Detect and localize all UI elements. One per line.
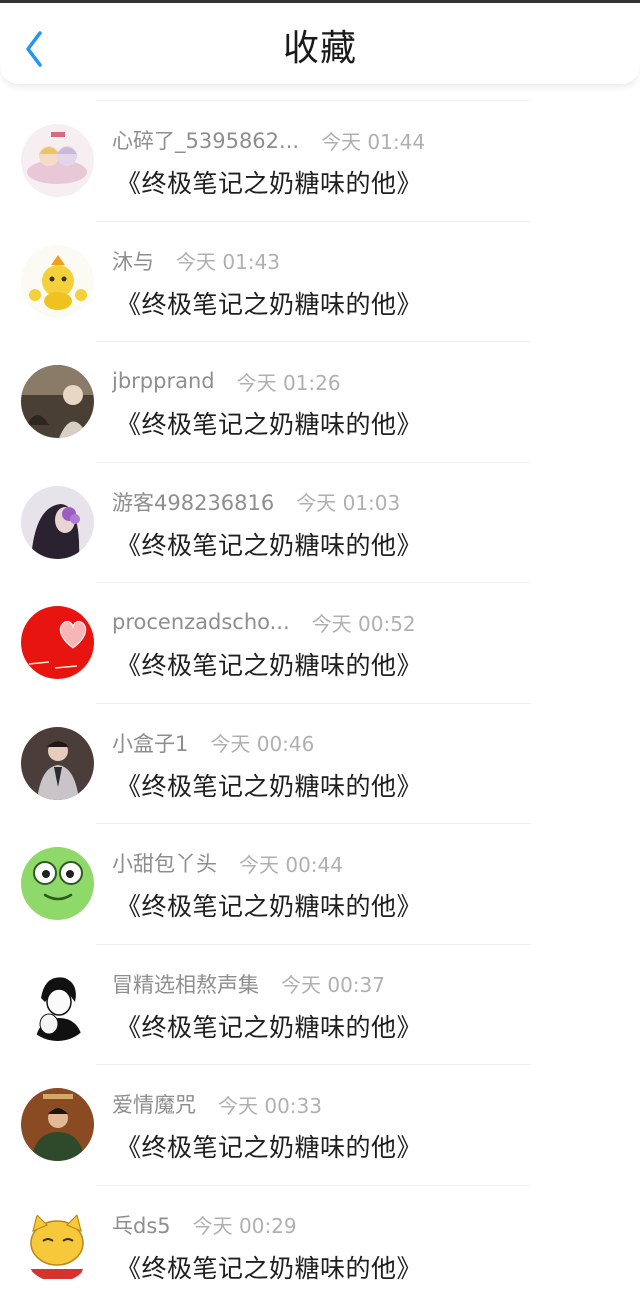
timestamp: 今天 00:44 [239, 852, 343, 877]
item-meta: 乓ds5 今天 00:29 [112, 1209, 297, 1241]
story-title[interactable]: 《终极笔记之奶糖味的他》 [116, 285, 422, 321]
story-title[interactable]: 《终极笔记之奶糖味的他》 [116, 767, 422, 803]
user-name[interactable]: jbrpprand [112, 369, 215, 393]
story-title[interactable]: 《终极笔记之奶糖味的他》 [116, 526, 422, 562]
avatar[interactable] [21, 606, 94, 679]
row-divider [96, 823, 530, 824]
item-meta: 爱情魔咒 今天 00:33 [112, 1088, 322, 1120]
list-item[interactable]: 小盒子1 今天 00:46 《终极笔记之奶糖味的他》 [0, 702, 640, 824]
avatar[interactable] [21, 485, 94, 559]
list-item[interactable]: jbrpprand 今天 01:26 《终极笔记之奶糖味的他》 [0, 341, 640, 462]
chevron-left-icon [26, 31, 42, 67]
timestamp: 今天 00:33 [218, 1093, 322, 1118]
row-divider [96, 461, 530, 463]
item-meta: 沐与 今天 01:43 [112, 245, 280, 277]
story-title[interactable]: 《终极笔记之奶糖味的他》 [116, 646, 422, 682]
row-divider [96, 1064, 530, 1065]
back-button[interactable] [18, 25, 54, 69]
timestamp: 今天 01:43 [176, 250, 280, 274]
timestamp: 今天 01:03 [296, 491, 401, 515]
user-name[interactable]: 游客498236816 [112, 487, 274, 517]
row-divider [96, 220, 530, 222]
story-title[interactable]: 《终极笔记之奶糖味的他》 [116, 1249, 422, 1285]
item-meta: 小甜包丫头 今天 00:44 [112, 847, 343, 879]
user-name[interactable]: 小甜包丫头 [112, 848, 217, 878]
story-title[interactable]: 《终极笔记之奶糖味的他》 [116, 405, 422, 441]
story-title[interactable]: 《终极笔记之奶糖味的他》 [116, 1008, 422, 1044]
item-meta: 心碎了_5395862... 今天 01:44 [112, 124, 425, 156]
item-meta: 冒精选相熬声集 今天 00:37 [112, 968, 385, 1000]
timestamp: 今天 01:44 [321, 129, 426, 154]
story-title[interactable]: 《终极笔记之奶糖味的他》 [116, 1128, 422, 1164]
list-item[interactable]: 冒精选相熬声集 今天 00:37 《终极笔记之奶糖味的他》 [0, 943, 640, 1065]
timestamp: 今天 00:52 [311, 611, 416, 636]
avatar[interactable] [21, 244, 94, 318]
user-name[interactable]: 乓ds5 [112, 1210, 171, 1240]
avatar[interactable] [21, 726, 94, 800]
timestamp: 今天 01:26 [236, 370, 341, 395]
favorites-list: 心碎了_5395862... 今天 01:44 《终极笔记之奶糖味的他》 沐与 … [0, 100, 640, 1305]
list-item[interactable]: 心碎了_5395862... 今天 01:44 《终极笔记之奶糖味的他》 [0, 100, 640, 221]
user-name[interactable]: procenzadscho... [112, 610, 290, 634]
timestamp: 今天 00:37 [281, 973, 385, 997]
row-divider [96, 702, 530, 704]
item-meta: 小盒子1 今天 00:46 [112, 727, 314, 759]
item-meta: 游客498236816 今天 01:03 [112, 486, 400, 518]
avatar[interactable] [21, 365, 94, 438]
row-divider [96, 1184, 530, 1186]
timestamp: 今天 00:29 [192, 1214, 297, 1238]
user-name[interactable]: 冒精选相熬声集 [112, 969, 259, 999]
user-name[interactable]: 小盒子1 [112, 728, 188, 758]
avatar[interactable] [21, 847, 94, 920]
nav-header: 收藏 [0, 3, 640, 85]
row-divider [96, 341, 530, 342]
list-item[interactable]: 乓ds5 今天 00:29 《终极笔记之奶糖味的他》 [0, 1184, 640, 1306]
avatar[interactable] [21, 1088, 94, 1161]
list-item[interactable]: 爱情魔咒 今天 00:33 《终极笔记之奶糖味的他》 [0, 1064, 640, 1185]
page-title: 收藏 [282, 28, 357, 69]
list-item[interactable]: 游客498236816 今天 01:03 《终极笔记之奶糖味的他》 [0, 461, 640, 583]
avatar[interactable] [21, 967, 94, 1041]
avatar[interactable] [21, 124, 94, 197]
row-divider [96, 943, 530, 945]
avatar[interactable] [21, 1208, 94, 1282]
list-item[interactable]: 小甜包丫头 今天 00:44 《终极笔记之奶糖味的他》 [0, 823, 640, 944]
list-item[interactable]: 沐与 今天 01:43 《终极笔记之奶糖味的他》 [0, 220, 640, 342]
user-name[interactable]: 爱情魔咒 [112, 1089, 196, 1119]
item-meta: procenzadscho... 今天 00:52 [112, 606, 416, 638]
story-title[interactable]: 《终极笔记之奶糖味的他》 [116, 887, 422, 923]
timestamp: 今天 00:46 [210, 732, 315, 756]
row-divider [96, 100, 530, 101]
list-item[interactable]: procenzadscho... 今天 00:52 《终极笔记之奶糖味的他》 [0, 582, 640, 703]
item-meta: jbrpprand 今天 01:26 [112, 365, 341, 397]
story-title[interactable]: 《终极笔记之奶糖味的他》 [116, 164, 422, 200]
row-divider [96, 582, 530, 583]
user-name[interactable]: 沐与 [112, 246, 154, 276]
user-name[interactable]: 心碎了_5395862... [112, 125, 299, 155]
